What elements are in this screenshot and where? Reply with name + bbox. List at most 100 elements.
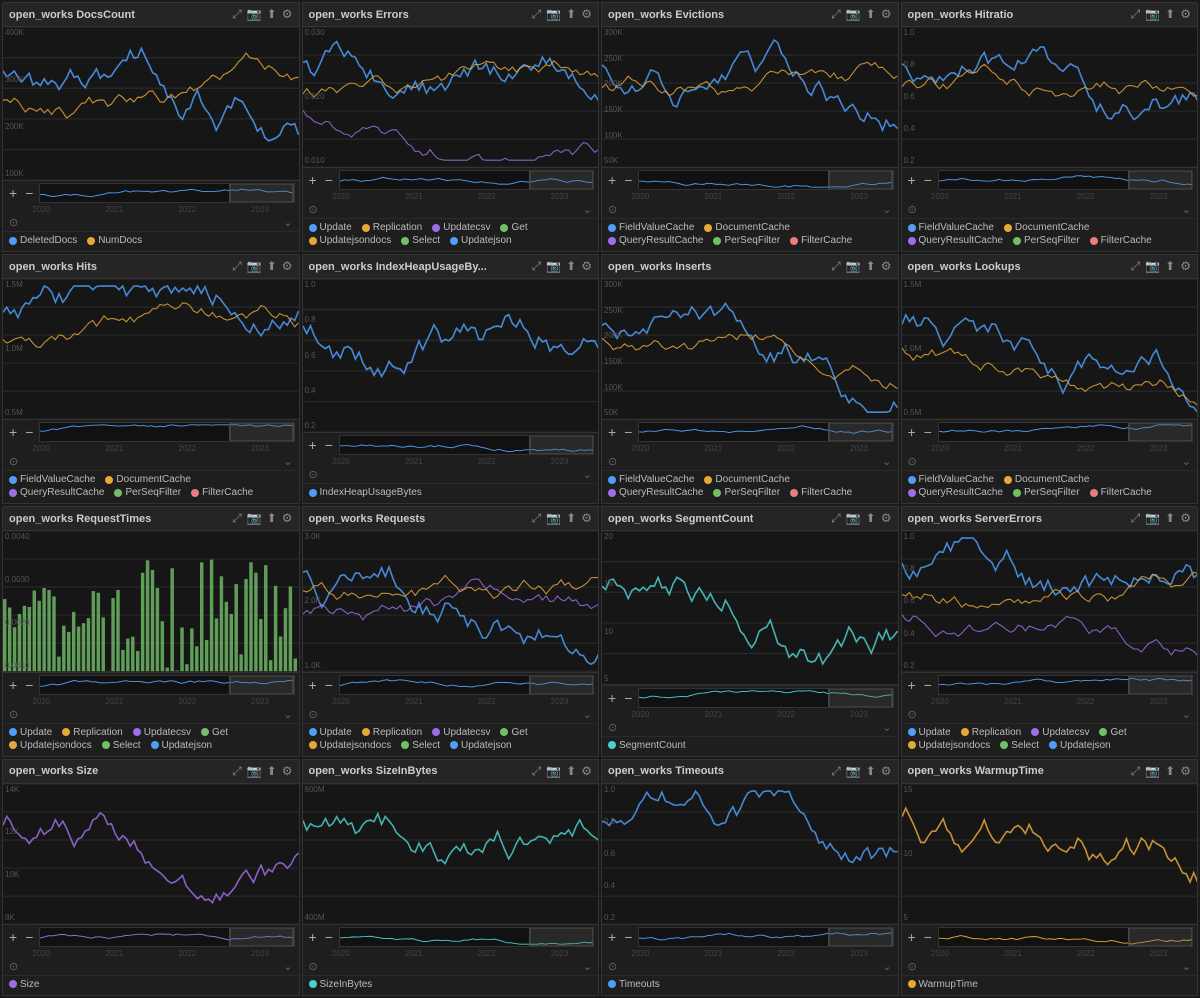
minimap[interactable]: [339, 435, 594, 455]
expand-icon[interactable]: ⤢: [831, 259, 841, 274]
camera-icon[interactable]: 📷: [247, 511, 262, 526]
legend-item[interactable]: PerSeqFilter: [1013, 487, 1080, 498]
options-icon[interactable]: ⊙: [608, 203, 617, 216]
zoom-out-button[interactable]: −: [323, 173, 335, 187]
settings-icon[interactable]: ⚙: [881, 259, 892, 274]
expand-icon[interactable]: ⤢: [1131, 259, 1141, 274]
options-icon[interactable]: ⊙: [608, 455, 617, 468]
zoom-in-button[interactable]: +: [606, 173, 618, 187]
camera-icon[interactable]: 📷: [1145, 7, 1160, 22]
zoom-in-button[interactable]: +: [7, 678, 19, 692]
share-icon[interactable]: ⬆: [1165, 259, 1175, 274]
minimap[interactable]: [39, 183, 294, 203]
legend-item[interactable]: Replication: [961, 727, 1021, 738]
camera-icon[interactable]: 📷: [546, 764, 561, 779]
zoom-out-button[interactable]: −: [622, 930, 634, 944]
share-icon[interactable]: ⬆: [1165, 7, 1175, 22]
minimap[interactable]: [638, 688, 893, 708]
settings-icon[interactable]: ⚙: [1180, 259, 1191, 274]
camera-icon[interactable]: 📷: [546, 259, 561, 274]
expand-icon[interactable]: ⤢: [232, 7, 242, 22]
share-icon[interactable]: ⬆: [267, 764, 277, 779]
legend-item[interactable]: FieldValueCache: [608, 222, 694, 233]
zoom-out-button[interactable]: −: [23, 425, 35, 439]
legend-collapse-chevron[interactable]: ⌄: [583, 203, 592, 216]
options-icon[interactable]: ⊙: [9, 455, 18, 468]
zoom-out-button[interactable]: −: [23, 186, 35, 200]
minimap[interactable]: [39, 927, 294, 947]
options-icon[interactable]: ⊙: [608, 721, 617, 734]
zoom-out-button[interactable]: −: [323, 438, 335, 452]
camera-icon[interactable]: 📷: [846, 259, 861, 274]
camera-icon[interactable]: 📷: [1145, 764, 1160, 779]
zoom-in-button[interactable]: +: [307, 438, 319, 452]
settings-icon[interactable]: ⚙: [1180, 7, 1191, 22]
legend-item[interactable]: FieldValueCache: [908, 474, 994, 485]
legend-item[interactable]: Get: [1099, 727, 1126, 738]
expand-icon[interactable]: ⤢: [1131, 7, 1141, 22]
options-icon[interactable]: ⊙: [908, 203, 917, 216]
options-icon[interactable]: ⊙: [908, 708, 917, 721]
legend-item[interactable]: Select: [1000, 740, 1039, 751]
share-icon[interactable]: ⬆: [866, 7, 876, 22]
minimap[interactable]: [638, 422, 893, 442]
zoom-out-button[interactable]: −: [922, 425, 934, 439]
camera-icon[interactable]: 📷: [247, 7, 262, 22]
legend-item[interactable]: DocumentCache: [1004, 222, 1089, 233]
settings-icon[interactable]: ⚙: [282, 259, 293, 274]
legend-collapse-chevron[interactable]: ⌄: [882, 721, 891, 734]
legend-item[interactable]: FieldValueCache: [9, 474, 95, 485]
options-icon[interactable]: ⊙: [608, 960, 617, 973]
minimap[interactable]: [638, 927, 893, 947]
legend-item[interactable]: FieldValueCache: [608, 474, 694, 485]
legend-item[interactable]: QueryResultCache: [908, 235, 1003, 246]
expand-icon[interactable]: ⤢: [532, 511, 542, 526]
legend-item[interactable]: FilterCache: [790, 235, 852, 246]
share-icon[interactable]: ⬆: [267, 511, 277, 526]
legend-item[interactable]: Updatejson: [151, 740, 213, 751]
share-icon[interactable]: ⬆: [566, 7, 576, 22]
minimap[interactable]: [339, 927, 594, 947]
camera-icon[interactable]: 📷: [846, 764, 861, 779]
minimap[interactable]: [938, 675, 1193, 695]
share-icon[interactable]: ⬆: [267, 259, 277, 274]
legend-item[interactable]: Updatecsv: [1031, 727, 1089, 738]
legend-item[interactable]: QueryResultCache: [608, 235, 703, 246]
zoom-in-button[interactable]: +: [307, 930, 319, 944]
legend-collapse-chevron[interactable]: ⌄: [882, 455, 891, 468]
expand-icon[interactable]: ⤢: [1131, 764, 1141, 779]
zoom-out-button[interactable]: −: [922, 173, 934, 187]
legend-item[interactable]: WarmupTime: [908, 979, 978, 990]
minimap[interactable]: [339, 675, 594, 695]
legend-item[interactable]: Update: [309, 222, 352, 233]
zoom-in-button[interactable]: +: [7, 186, 19, 200]
zoom-in-button[interactable]: +: [906, 425, 918, 439]
share-icon[interactable]: ⬆: [566, 764, 576, 779]
options-icon[interactable]: ⊙: [9, 960, 18, 973]
zoom-in-button[interactable]: +: [307, 173, 319, 187]
zoom-out-button[interactable]: −: [922, 930, 934, 944]
camera-icon[interactable]: 📷: [247, 259, 262, 274]
zoom-in-button[interactable]: +: [7, 425, 19, 439]
legend-collapse-chevron[interactable]: ⌄: [583, 468, 592, 481]
legend-collapse-chevron[interactable]: ⌄: [1182, 708, 1191, 721]
settings-icon[interactable]: ⚙: [1180, 511, 1191, 526]
settings-icon[interactable]: ⚙: [581, 764, 592, 779]
camera-icon[interactable]: 📷: [546, 511, 561, 526]
camera-icon[interactable]: 📷: [1145, 259, 1160, 274]
options-icon[interactable]: ⊙: [309, 203, 318, 216]
zoom-in-button[interactable]: +: [606, 930, 618, 944]
expand-icon[interactable]: ⤢: [232, 511, 242, 526]
minimap[interactable]: [938, 170, 1193, 190]
legend-item[interactable]: PerSeqFilter: [713, 487, 780, 498]
zoom-out-button[interactable]: −: [323, 930, 335, 944]
legend-collapse-chevron[interactable]: ⌄: [882, 960, 891, 973]
legend-item[interactable]: DocumentCache: [704, 222, 789, 233]
legend-item[interactable]: QueryResultCache: [9, 487, 104, 498]
options-icon[interactable]: ⊙: [9, 216, 18, 229]
zoom-out-button[interactable]: −: [622, 691, 634, 705]
legend-collapse-chevron[interactable]: ⌄: [283, 708, 292, 721]
expand-icon[interactable]: ⤢: [1131, 511, 1141, 526]
expand-icon[interactable]: ⤢: [232, 764, 242, 779]
legend-item[interactable]: Get: [500, 727, 527, 738]
